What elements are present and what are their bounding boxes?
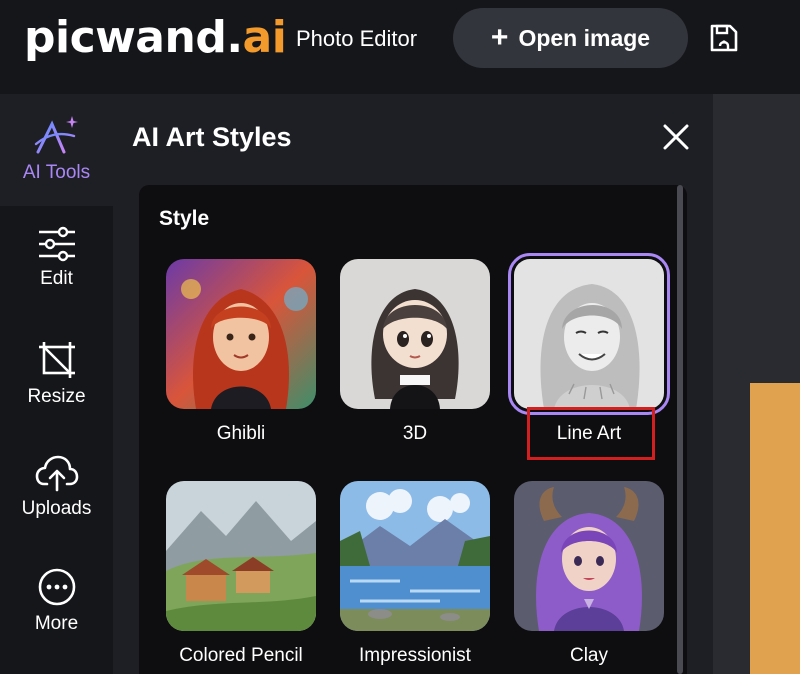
open-image-button[interactable]: + Open image	[453, 8, 688, 68]
style-tile-ghibli[interactable]: Ghibli	[166, 259, 316, 444]
logo-accent-text: ai	[242, 12, 287, 63]
sidebar-item-label: Uploads	[21, 498, 92, 519]
crop-resize-icon	[38, 342, 75, 378]
more-icon	[38, 568, 75, 606]
sidebar-item-resize[interactable]: Resize	[0, 340, 113, 408]
style-label-impressionist: Impressionist	[359, 645, 471, 666]
sliders-icon	[38, 226, 75, 262]
sidebar-item-label: More	[34, 613, 79, 634]
style-label-clay: Clay	[569, 645, 608, 666]
style-tile-clay[interactable]: Clay	[514, 481, 664, 666]
logo-main-text: picwand.	[24, 12, 243, 63]
impressionist-thumbnail	[340, 481, 490, 631]
sidebar-item-uploads[interactable]: Uploads	[0, 454, 113, 520]
ghibli-thumbnail	[166, 259, 316, 409]
selection-highlight-box	[527, 407, 655, 460]
top-bar: picwand.ai Photo Editor + Open image	[0, 0, 800, 94]
style-tile-line-art[interactable]: Line Art	[508, 253, 670, 444]
panel-scrollbar[interactable]	[677, 185, 683, 674]
3d-thumbnail	[340, 259, 490, 409]
save-icon[interactable]	[708, 22, 740, 54]
open-image-label: Open image	[518, 24, 651, 51]
style-tile-colored-pencil[interactable]: Colored Pencil	[166, 481, 316, 666]
sidebar-item-ai-tools[interactable]: AI Tools	[0, 94, 113, 206]
style-label-3d: 3D	[402, 423, 428, 444]
style-label-ghibli: Ghibli	[216, 423, 266, 444]
plus-icon: +	[490, 21, 509, 54]
clay-thumbnail	[514, 481, 664, 631]
ai-sparkle-icon	[34, 116, 78, 154]
app-logo[interactable]: picwand.ai	[24, 12, 287, 64]
sidebar-item-label: AI Tools	[22, 162, 91, 183]
cloud-upload-icon	[35, 455, 78, 492]
sidebar-item-edit[interactable]: Edit	[0, 226, 113, 290]
style-label-colored-pencil: Colored Pencil	[179, 645, 303, 666]
sidebar: AI Tools Edit Resize Uploads More	[0, 94, 113, 674]
sidebar-item-more[interactable]: More	[0, 567, 113, 635]
app-subtitle: Photo Editor	[296, 26, 418, 51]
ai-art-styles-panel: AI Art Styles Style Ghibli 3D Line Art C…	[113, 94, 713, 674]
line-art-thumbnail	[508, 253, 670, 415]
section-label: Style	[159, 207, 210, 230]
style-card: Style Ghibli 3D Line Art Colored Pencil …	[139, 185, 687, 674]
close-icon[interactable]	[661, 122, 691, 152]
style-tile-impressionist[interactable]: Impressionist	[340, 481, 490, 666]
sidebar-item-label: Edit	[40, 268, 73, 289]
canvas-image[interactable]	[750, 383, 800, 674]
sidebar-item-label: Resize	[27, 386, 86, 407]
style-tile-3d[interactable]: 3D	[340, 259, 490, 444]
panel-title: AI Art Styles	[132, 122, 292, 152]
colored-pencil-thumbnail	[166, 481, 316, 631]
